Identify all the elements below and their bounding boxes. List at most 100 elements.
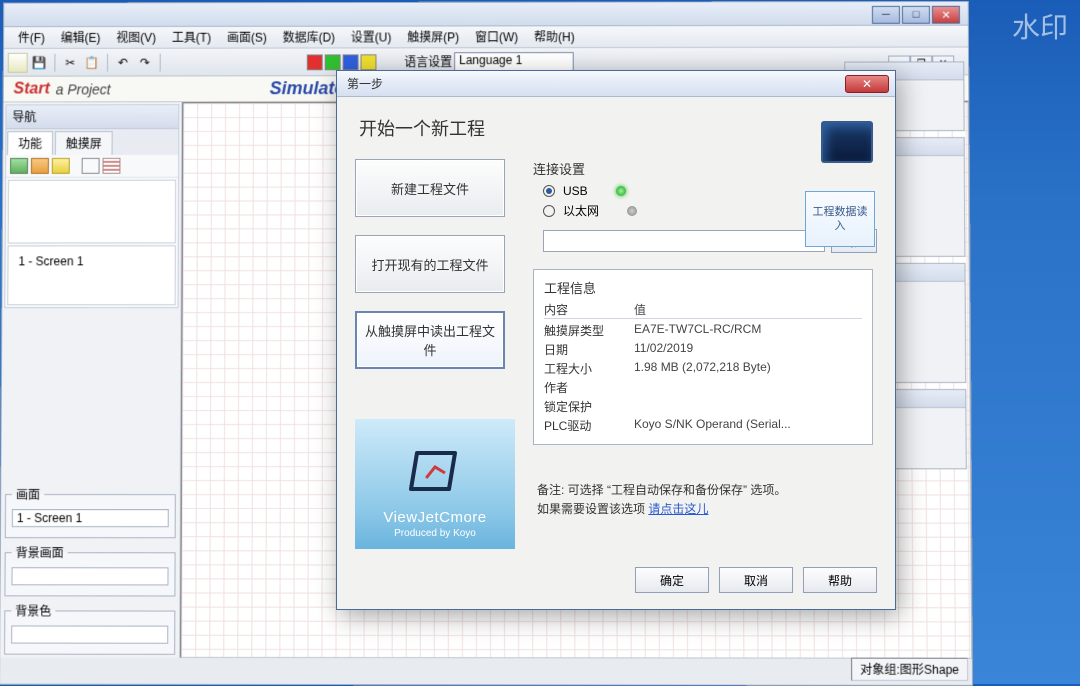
toolbar-copy-icon[interactable]: 📋	[82, 52, 102, 72]
nav-icon-2[interactable]	[31, 158, 49, 174]
toolbar-cut-icon[interactable]: ✂	[60, 52, 80, 72]
watermark: 水印	[1012, 6, 1068, 46]
info-key: PLC驱动	[544, 417, 634, 434]
help-button[interactable]: 帮助	[803, 567, 877, 593]
swatch-red[interactable]	[307, 54, 323, 70]
toolbar-separator	[54, 53, 55, 71]
info-key: 作者	[544, 379, 634, 396]
monitor-icon	[821, 121, 873, 163]
brand-name: ViewJetCmore	[383, 509, 486, 526]
nav-tab-function[interactable]: 功能	[7, 131, 53, 155]
menu-edit[interactable]: 编辑(E)	[53, 27, 109, 48]
info-row: PLC驱动Koyo S/NK Operand (Serial...	[544, 417, 862, 434]
nav-tabs: 功能 触摸屏	[6, 129, 178, 155]
info-value: 1.98 MB (2,072,218 Byte)	[634, 360, 862, 377]
nav-icon-1[interactable]	[10, 158, 28, 174]
menu-window[interactable]: 窗口(W)	[467, 26, 526, 47]
usb-status-led	[616, 186, 626, 196]
info-value: EA7E-TW7CL-RC/RCM	[634, 322, 862, 339]
info-col-name: 内容	[544, 301, 634, 318]
dialog-note: 备注: 可选择 “工程自动保存和备份保存” 选项。 如果需要设置该选项 请点击这…	[537, 481, 786, 519]
dialog-close-button[interactable]: ✕	[845, 75, 889, 93]
fieldset-bg-screen: 背景画面	[4, 544, 175, 596]
simulate-label: Simulate	[270, 78, 345, 99]
window-close-button[interactable]: ✕	[932, 6, 960, 24]
info-row: 触摸屏类型EA7E-TW7CL-RC/RCM	[544, 322, 862, 339]
swatch-green[interactable]	[325, 54, 341, 70]
start-label-red: Start	[14, 80, 50, 98]
info-row: 锁定保护	[544, 398, 862, 415]
screen-tree-item[interactable]: 1 - Screen 1	[14, 252, 168, 270]
nav-icon-3[interactable]	[52, 158, 70, 174]
info-col-value: 值	[634, 301, 862, 318]
info-key: 工程大小	[544, 360, 634, 377]
conn-ethernet-label: 以太网	[563, 202, 599, 219]
nav-panel-title: 导航	[6, 105, 178, 129]
note-line1: 备注: 可选择 “工程自动保存和备份保存” 选项。	[537, 481, 786, 500]
menu-file[interactable]: 件(F)	[10, 27, 53, 48]
brand-sub: Produced by Koyo	[394, 528, 476, 539]
info-value	[634, 379, 862, 396]
swatch-yellow[interactable]	[361, 54, 377, 70]
fieldset-bg-screen-legend: 背景画面	[12, 544, 68, 561]
project-data-read-button[interactable]: 工程数据读入	[805, 191, 875, 247]
radio-selected-icon	[543, 185, 555, 197]
note-line2-text: 如果需要设置该选项	[537, 502, 648, 516]
cancel-button[interactable]: 取消	[719, 567, 793, 593]
dialog-title: 第一步	[343, 75, 383, 92]
info-row: 工程大小1.98 MB (2,072,218 Byte)	[544, 360, 862, 377]
screen-tree	[8, 180, 176, 244]
start-project-dialog: 第一步 ✕ 开始一个新工程 新建工程文件 打开现有的工程文件 从触摸屏中读出工程…	[336, 70, 896, 610]
dialog-button-row: 确定 取消 帮助	[635, 567, 877, 593]
toolbar-separator	[160, 53, 161, 71]
menu-tool[interactable]: 工具(T)	[164, 27, 219, 48]
maximize-button[interactable]: □	[902, 6, 930, 24]
note-link[interactable]: 请点击这儿	[648, 502, 708, 516]
toolbar-new-icon[interactable]	[8, 52, 28, 72]
nav-icon-row	[6, 155, 178, 178]
menu-panel[interactable]: 触摸屏(P)	[399, 26, 467, 47]
open-project-button[interactable]: 打开现有的工程文件	[355, 235, 505, 293]
fieldset-bg-color-legend: 背景色	[11, 602, 55, 619]
info-key: 触摸屏类型	[544, 322, 634, 339]
new-project-button[interactable]: 新建工程文件	[355, 159, 505, 217]
ethernet-status-led	[627, 206, 637, 216]
dialog-heading: 开始一个新工程	[359, 115, 877, 141]
info-row: 作者	[544, 379, 862, 396]
menu-screen[interactable]: 画面(S)	[219, 27, 275, 48]
fieldset-screen: 画面	[5, 486, 176, 538]
ok-button[interactable]: 确定	[635, 567, 709, 593]
info-value	[634, 398, 862, 415]
fieldset-bg-color: 背景色	[4, 602, 175, 654]
bg-screen-input[interactable]	[11, 567, 168, 585]
branding-panel: ViewJetCmore Produced by Koyo	[355, 419, 515, 549]
radio-unselected-icon	[543, 205, 555, 217]
screen-name-input[interactable]	[12, 509, 169, 527]
menu-help[interactable]: 帮助(H)	[526, 26, 582, 47]
toolbar-separator	[107, 53, 108, 71]
project-info-box: 工程信息 内容 值 触摸屏类型EA7E-TW7CL-RC/RCM日期11/02/…	[533, 269, 873, 445]
fieldset-screen-legend: 画面	[12, 486, 44, 503]
toolbar-redo-icon[interactable]: ↷	[135, 52, 155, 72]
info-row: 日期11/02/2019	[544, 341, 862, 358]
read-from-panel-button[interactable]: 从触摸屏中读出工程文件	[355, 311, 505, 369]
path-input[interactable]	[543, 230, 825, 252]
menubar: 件(F) 编辑(E) 视图(V) 工具(T) 画面(S) 数据库(D) 设置(U…	[4, 26, 968, 49]
menu-database[interactable]: 数据库(D)	[275, 27, 343, 48]
swatch-blue[interactable]	[343, 54, 359, 70]
toolbar-save-icon[interactable]: 💾	[30, 52, 50, 72]
start-label-rest: a Project	[56, 81, 111, 97]
status-bar-object-group: 对象组:图形Shape	[851, 658, 968, 681]
dialog-titlebar[interactable]: 第一步 ✕	[337, 71, 895, 97]
menu-setup[interactable]: 设置(U)	[343, 27, 399, 48]
nav-tab-panel[interactable]: 触摸屏	[55, 131, 113, 155]
bg-color-input[interactable]	[11, 625, 168, 643]
language-select[interactable]: Language 1	[454, 52, 574, 72]
info-key: 锁定保护	[544, 398, 634, 415]
info-key: 日期	[544, 341, 634, 358]
nav-icon-4[interactable]	[82, 158, 100, 174]
nav-icon-5[interactable]	[103, 158, 121, 174]
menu-view[interactable]: 视图(V)	[108, 27, 164, 48]
toolbar-undo-icon[interactable]: ↶	[113, 52, 133, 72]
minimize-button[interactable]: ─	[872, 6, 900, 24]
